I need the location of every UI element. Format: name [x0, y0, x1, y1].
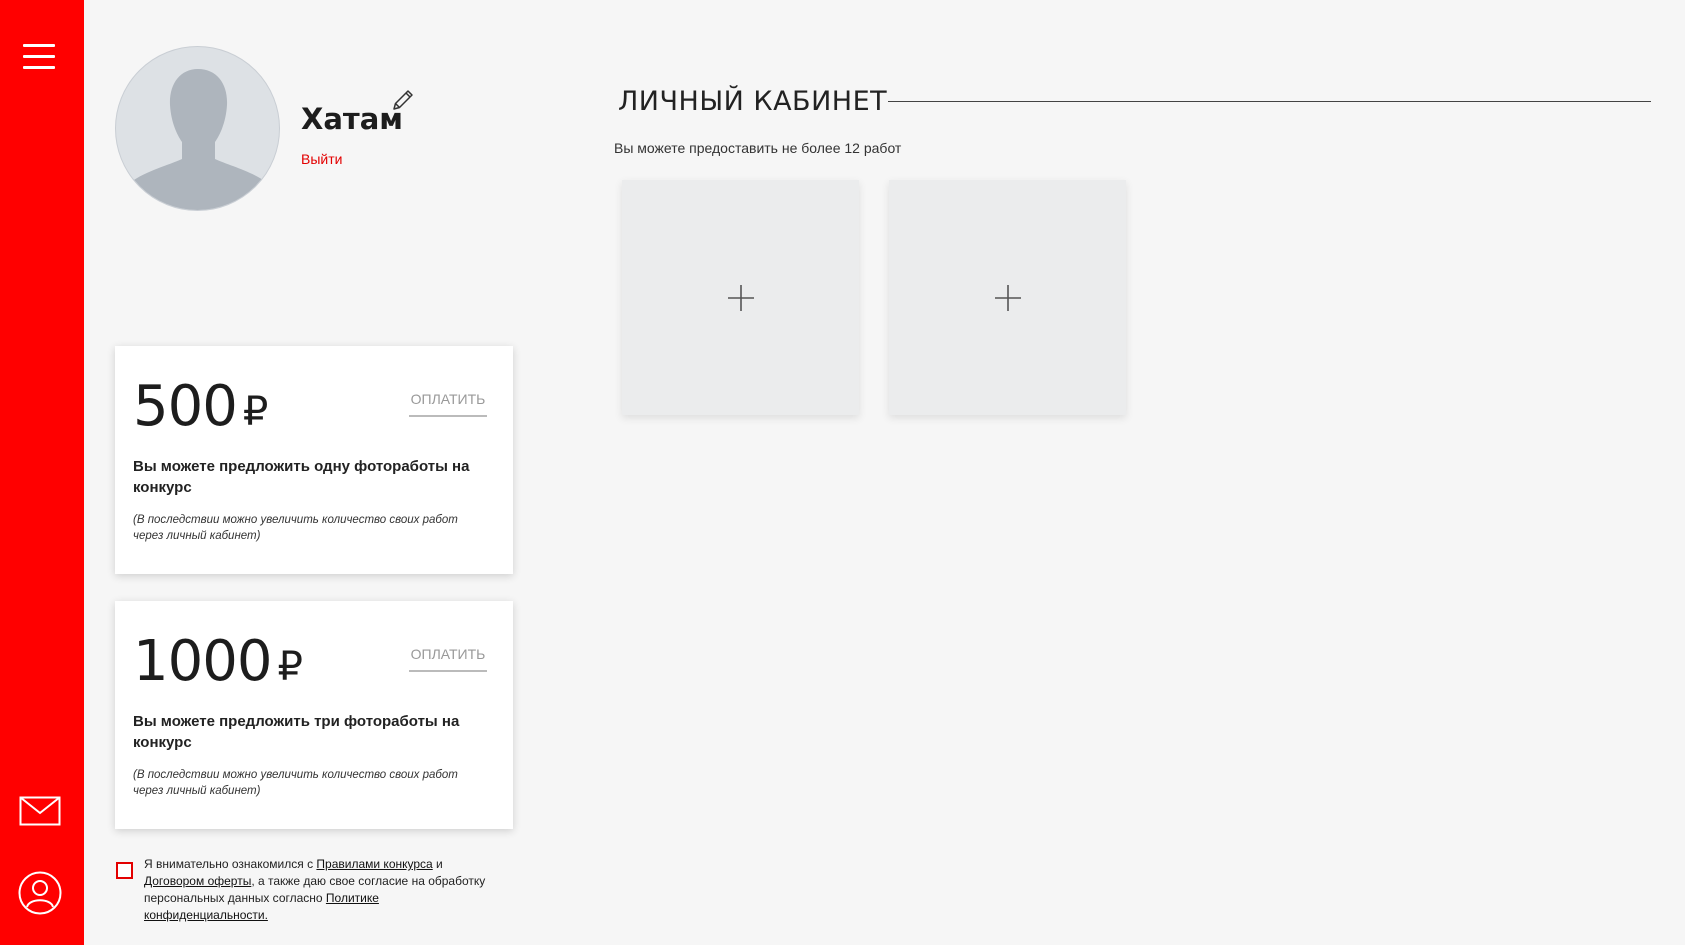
agreement-checkbox[interactable] [116, 862, 133, 879]
add-photo-tile[interactable] [889, 180, 1126, 415]
offer-link[interactable]: Договором оферты [144, 874, 251, 888]
currency-sign: ₽ [242, 389, 268, 435]
price-card-1000: 1000 ₽ ОПЛАТИТЬ Вы можете предложить три … [115, 601, 513, 829]
card-note: (В последствии можно увеличить количеств… [133, 769, 458, 797]
card-description: Вы можете предложить одну фоторaботы на … [133, 458, 470, 496]
mail-icon[interactable] [19, 796, 61, 826]
price-amount: 500 ₽ [133, 374, 268, 439]
user-icon[interactable] [18, 871, 62, 915]
currency-sign: ₽ [277, 644, 303, 690]
title-divider [888, 101, 1651, 102]
sidebar [0, 0, 84, 945]
agreement-text: Я внимательно ознакомился с Правилами ко… [144, 857, 486, 922]
add-photo-tile[interactable] [622, 180, 859, 415]
card-description: Вы можете предложить три фоторaботы на к… [133, 713, 460, 751]
avatar [115, 46, 280, 211]
page-title: ЛИЧНЫЙ КАБИНЕТ [618, 86, 888, 117]
logout-link[interactable]: Выйти [301, 151, 342, 167]
price-amount: 1000 ₽ [133, 629, 303, 694]
profile-name: Хатам [301, 102, 404, 136]
price-card-500: 500 ₽ ОПЛАТИТЬ Вы можете предложить одну … [115, 346, 513, 574]
pay-button[interactable]: ОПЛАТИТЬ [409, 646, 487, 672]
menu-icon[interactable] [23, 44, 55, 70]
plus-icon [727, 284, 754, 311]
personal-account-page: Хатам Выйти ЛИЧНЫЙ КАБИНЕТ Вы можете пре… [0, 0, 1685, 945]
card-note: (В последствии можно увеличить количеств… [133, 514, 458, 542]
avatar-silhouette-icon [131, 69, 266, 210]
plus-icon [994, 284, 1021, 311]
pencil-icon[interactable] [391, 88, 415, 112]
rules-link[interactable]: Правилами конкурса [316, 857, 432, 871]
works-limit-note: Вы можете предоставить не более 12 работ [614, 140, 902, 156]
pay-button[interactable]: ОПЛАТИТЬ [409, 391, 487, 417]
